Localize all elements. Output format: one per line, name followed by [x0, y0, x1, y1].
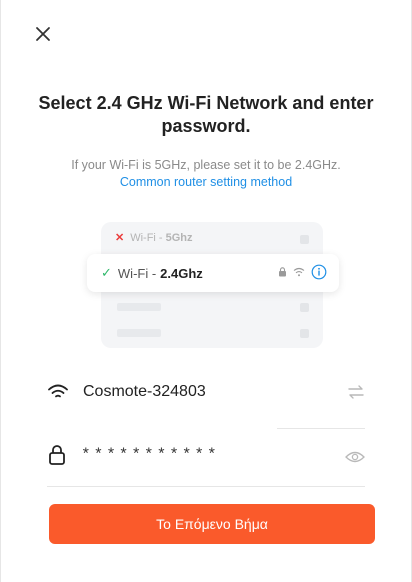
lock-icon — [49, 445, 65, 465]
placeholder-square — [300, 329, 309, 338]
placeholder-bar — [117, 303, 161, 311]
field-divider — [277, 428, 365, 429]
illustration-24ghz-prefix: Wi-Fi - — [117, 265, 157, 281]
placeholder-square — [300, 303, 309, 312]
lock-icon — [279, 267, 286, 277]
illustration-24ghz-band: 2.4Ghz — [160, 265, 203, 281]
instruction-text: If your Wi-Fi is 5GHz, please set it to … — [71, 158, 341, 172]
next-step-button[interactable]: Το Επόμενο Βήμα — [49, 504, 375, 544]
close-icon — [36, 27, 50, 41]
check-icon: ✓ — [101, 265, 112, 280]
wifi-ssid-value: Cosmote-324803 — [83, 383, 206, 400]
switch-network-icon[interactable] — [347, 383, 365, 401]
wifi-network-field[interactable]: Cosmote-324803 — [47, 368, 365, 416]
wifi-setup-screen: Select 2.4 GHz Wi-Fi Network and enter p… — [0, 0, 412, 582]
illustration-5ghz-prefix: Wi-Fi - — [130, 231, 163, 244]
info-icon — [311, 264, 327, 280]
illustration-5ghz-row: ✕ Wi-Fi - 5Ghz — [115, 231, 193, 245]
eye-icon[interactable] — [345, 450, 365, 464]
close-button[interactable] — [31, 22, 55, 46]
field-divider — [47, 486, 365, 487]
illustration-24ghz-card: ✓ Wi-Fi - 2.4Ghz — [87, 254, 339, 292]
router-setting-link[interactable]: Common router setting method — [21, 174, 391, 191]
placeholder-bar — [117, 329, 161, 337]
password-field[interactable]: *********** — [47, 431, 365, 479]
wifi-icon — [48, 384, 68, 398]
cross-icon: ✕ — [115, 232, 125, 244]
password-value: *********** — [81, 446, 220, 464]
card-status-icons — [278, 264, 327, 280]
placeholder-square — [300, 235, 309, 244]
wifi-icon — [293, 267, 305, 277]
illustration-5ghz-band: 5Ghz — [165, 231, 193, 244]
page-title: Select 2.4 GHz Wi-Fi Network and enter p… — [38, 93, 374, 136]
